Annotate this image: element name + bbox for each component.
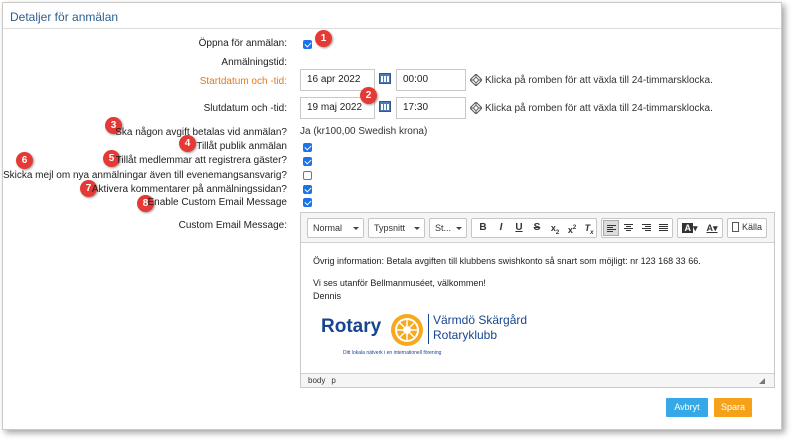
start-calendar-icon[interactable] — [379, 73, 391, 84]
resize-handle-icon[interactable] — [759, 378, 765, 384]
fee-question-label: Ska någon avgift betalas vid anmälan? — [115, 127, 287, 138]
chevron-down-icon — [353, 227, 359, 230]
annotation-badge-4: 4 — [179, 135, 196, 152]
editor-line-signature: Dennis — [313, 291, 342, 301]
custom-email-label: Enable Custom Email Message — [147, 197, 287, 208]
end-toggle-hint: Klicka på romben för att växla till 24-t… — [485, 103, 713, 114]
club-name-line2: Rotaryklubb — [433, 328, 498, 342]
source-label: Källa — [742, 222, 763, 232]
annotation-badge-1: 1 — [315, 30, 332, 47]
fee-value: Ja (kr100,00 Swedish krona) — [300, 126, 428, 137]
font-select[interactable]: Typsnitt — [368, 218, 425, 238]
club-name-line1: Värmdö Skärgård — [433, 313, 528, 327]
public-registration-label: Tillåt publik anmälan — [196, 141, 287, 152]
allow-guests-label: Tillåt medlemmar att registrera gäster? — [115, 155, 287, 166]
panel-title: Detaljer för anmälan — [10, 10, 119, 24]
open-registration-label: Öppna för anmälan: — [198, 38, 287, 49]
color-group: A ▾ A▾ — [677, 218, 723, 238]
save-button[interactable]: Spara — [714, 398, 752, 417]
annotation-badge-6: 6 — [16, 152, 33, 169]
align-justify-icon[interactable] — [656, 220, 672, 236]
source-button[interactable]: Källa — [727, 218, 767, 238]
rotary-wheel-icon — [391, 314, 423, 346]
status-path-p[interactable]: p — [331, 376, 335, 385]
size-select[interactable]: St... — [429, 218, 467, 238]
editor-toolbar: Normal Typsnitt St... B I U S x2 x2 Tx A… — [301, 213, 774, 243]
enable-comments-label: Aktivera kommentarer på anmälningssidan? — [91, 184, 287, 195]
panel-header: Detaljer för anmälan — [3, 3, 781, 29]
align-right-icon[interactable] — [639, 220, 655, 236]
align-center-icon[interactable] — [621, 220, 637, 236]
subscript-icon[interactable]: x2 — [547, 220, 563, 236]
size-select-value: St... — [435, 223, 452, 233]
chevron-down-icon — [456, 227, 462, 230]
status-path-body[interactable]: body — [308, 376, 325, 385]
cancel-button[interactable]: Avbryt — [666, 398, 708, 417]
logo-divider — [428, 314, 429, 344]
notify-organizer-checkbox[interactable] — [303, 171, 312, 180]
annotation-badge-2: 2 — [360, 87, 377, 104]
align-left-icon[interactable] — [603, 220, 619, 236]
chevron-down-icon — [414, 227, 420, 230]
end-datetime-label: Slutdatum och -tid: — [203, 103, 287, 114]
public-registration-checkbox[interactable] — [303, 143, 312, 152]
editor-line-info: Övrig information: Betala avgiften till … — [313, 256, 701, 266]
format-select-value: Normal — [313, 223, 343, 233]
clear-format-icon[interactable]: Tx — [581, 220, 597, 236]
rotary-wordmark: Rotary — [321, 316, 382, 337]
rotary-club-logo: Rotary Värmdö Skärgård Rotaryklubb Ditt … — [321, 312, 541, 360]
notify-organizer-label: Skicka mejl om nya anmälningar även till… — [2, 170, 287, 181]
italic-icon[interactable]: I — [493, 220, 509, 236]
end-time-input[interactable]: 17:30 — [396, 97, 466, 119]
underline-icon[interactable]: U — [511, 220, 527, 236]
rich-text-editor[interactable]: Normal Typsnitt St... B I U S x2 x2 Tx A… — [300, 212, 775, 388]
end-calendar-icon[interactable] — [379, 101, 391, 112]
superscript-icon[interactable]: x2 — [564, 220, 580, 236]
source-document-icon — [732, 222, 739, 232]
text-style-group: B I U S x2 x2 Tx — [471, 218, 597, 238]
editor-status-bar: body p — [301, 373, 774, 387]
club-tagline: Ditt lokala nätverk i en internationell … — [343, 350, 442, 356]
editor-line-welcome: Vi ses utanför Bellmanmuséet, välkommen! — [313, 278, 486, 288]
enable-comments-checkbox[interactable] — [303, 185, 312, 194]
open-registration-checkbox[interactable] — [303, 40, 312, 49]
registration-period-label: Anmälningstid: — [221, 57, 287, 68]
bold-icon[interactable]: B — [475, 220, 491, 236]
allow-guests-checkbox[interactable] — [303, 157, 312, 166]
custom-email-message-label: Custom Email Message: — [178, 220, 287, 231]
end-clock-toggle-diamond-icon[interactable] — [470, 102, 482, 114]
text-color-icon[interactable]: A▾ — [702, 220, 722, 236]
font-select-value: Typsnitt — [374, 223, 406, 233]
background-color-icon[interactable]: A ▾ — [680, 220, 700, 236]
format-select[interactable]: Normal — [307, 218, 364, 238]
start-clock-toggle-diamond-icon[interactable] — [470, 74, 482, 86]
editor-content-area[interactable]: Övrig information: Betala avgiften till … — [301, 244, 774, 374]
alignment-group — [601, 218, 673, 238]
start-datetime-label: Startdatum och -tid: — [199, 76, 287, 87]
custom-email-checkbox[interactable] — [303, 198, 312, 207]
start-toggle-hint: Klicka på romben för att växla till 24-t… — [485, 75, 713, 86]
start-time-input[interactable]: 00:00 — [396, 69, 466, 91]
strikethrough-icon[interactable]: S — [529, 220, 545, 236]
